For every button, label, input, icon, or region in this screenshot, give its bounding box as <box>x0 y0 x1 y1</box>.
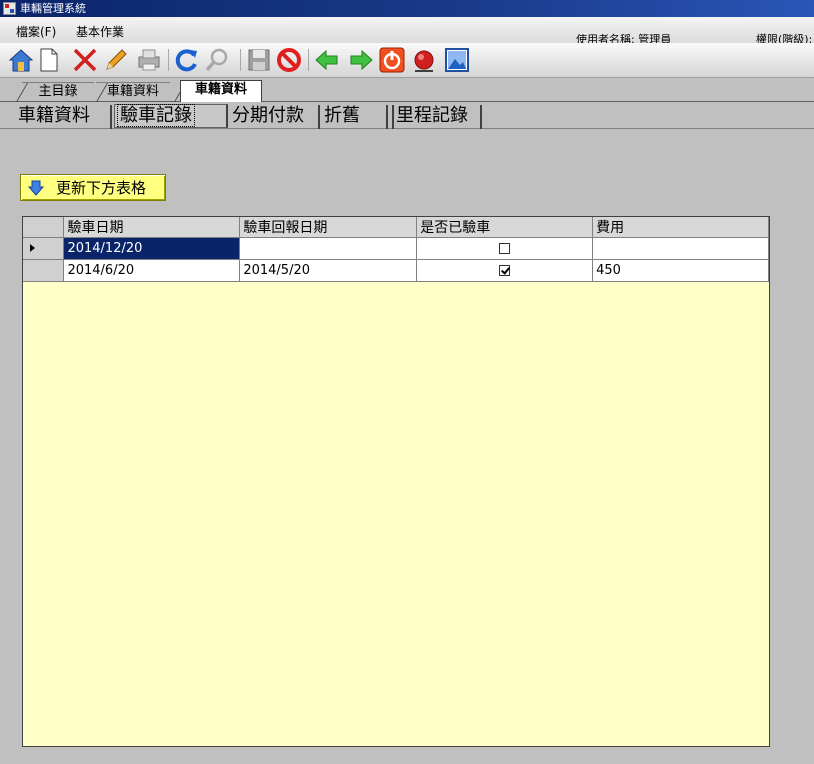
title-bar: 車輛管理系統 <box>0 0 814 17</box>
cell-inspected[interactable] <box>416 237 594 260</box>
main-tab-strip: 主目錄 車籍資料 車籍資料 <box>0 80 814 102</box>
next-icon[interactable] <box>348 47 374 73</box>
subtab-label: 里程記錄 <box>396 105 468 126</box>
menu-basic-operations[interactable]: 基本作業 <box>76 23 124 40</box>
inspection-grid: 驗車日期 驗車回報日期 是否已驗車 費用 2014/12/20 2014/6/2… <box>22 216 770 747</box>
subtab-vehicle-info[interactable]: 車籍資料 <box>16 105 112 129</box>
toolbar-separator <box>308 49 309 71</box>
current-row-indicator-icon <box>30 244 35 252</box>
toolbar-separator <box>240 49 241 71</box>
subtab-depreciation[interactable]: 折舊 <box>322 105 388 129</box>
row-header-corner <box>23 217 65 238</box>
table-row[interactable]: 2014/6/20 2014/5/20 450 <box>23 259 769 282</box>
toolbar-separator <box>168 49 169 71</box>
app-icon <box>3 2 16 15</box>
cell-inspection-date[interactable]: 2014/6/20 <box>63 259 241 282</box>
subtab-label: 分期付款 <box>232 105 304 126</box>
header-row: 驗車日期 驗車回報日期 是否已驗車 費用 <box>23 217 769 238</box>
delete-icon[interactable] <box>72 47 98 73</box>
refresh-icon[interactable] <box>174 47 200 73</box>
window-title: 車輛管理系統 <box>20 2 86 15</box>
refresh-table-label: 更新下方表格 <box>56 179 147 197</box>
toolbar <box>0 43 814 78</box>
cell-fee[interactable]: 450 <box>592 259 769 282</box>
subtab-installments[interactable]: 分期付款 <box>230 105 320 129</box>
inspection-table: 驗車日期 驗車回報日期 是否已驗車 費用 2014/12/20 2014/6/2… <box>23 217 769 282</box>
subtab-mileage-records[interactable]: 里程記錄 <box>392 105 482 129</box>
arrow-down-icon <box>28 180 44 196</box>
subtab-label: 車籍資料 <box>18 105 90 126</box>
tab-vehicle-registry-active[interactable]: 車籍資料 <box>180 80 262 102</box>
cell-fee[interactable] <box>592 237 769 260</box>
cell-inspection-date[interactable]: 2014/12/20 <box>63 237 241 260</box>
inspected-checkbox[interactable] <box>499 243 511 254</box>
cell-report-date[interactable] <box>239 237 418 260</box>
home-icon[interactable] <box>8 47 34 73</box>
search-icon[interactable] <box>204 47 230 73</box>
subtab-label: 折舊 <box>324 105 360 126</box>
print-icon[interactable] <box>136 47 162 73</box>
column-header-inspection-date[interactable]: 驗車日期 <box>63 217 241 238</box>
row-header[interactable] <box>23 259 65 282</box>
edit-pencil-icon[interactable] <box>103 47 129 73</box>
previous-icon[interactable] <box>314 47 340 73</box>
new-document-icon[interactable] <box>36 47 62 73</box>
cell-inspected[interactable] <box>416 259 594 282</box>
tab-main-directory[interactable]: 主目錄 <box>22 82 94 102</box>
subtab-inspection-records[interactable]: 驗車記錄 <box>114 104 228 128</box>
cancel-icon[interactable] <box>276 47 302 73</box>
menu-bar: 檔案(F) 基本作業 使用者名稱: 管理員 權限(階級): <box>0 17 814 46</box>
inspected-checkbox[interactable] <box>499 265 511 276</box>
power-icon[interactable] <box>379 47 405 73</box>
menu-file[interactable]: 檔案(F) <box>16 23 56 40</box>
subtab-label: 驗車記錄 <box>117 104 195 127</box>
image-icon[interactable] <box>444 47 470 73</box>
cell-report-date[interactable]: 2014/5/20 <box>239 259 418 282</box>
column-header-inspected[interactable]: 是否已驗車 <box>416 217 594 238</box>
alarm-icon[interactable] <box>411 47 437 73</box>
sub-tab-strip: 車籍資料 驗車記錄 分期付款 折舊 里程記錄 <box>0 102 814 129</box>
tab-vehicle-registry[interactable]: 車籍資料 <box>96 82 170 102</box>
save-icon[interactable] <box>246 47 272 73</box>
refresh-table-button[interactable]: 更新下方表格 <box>20 174 166 201</box>
column-header-report-date[interactable]: 驗車回報日期 <box>239 217 418 238</box>
row-header[interactable] <box>23 237 65 260</box>
column-header-fee[interactable]: 費用 <box>592 217 769 238</box>
table-row[interactable]: 2014/12/20 <box>23 237 769 260</box>
